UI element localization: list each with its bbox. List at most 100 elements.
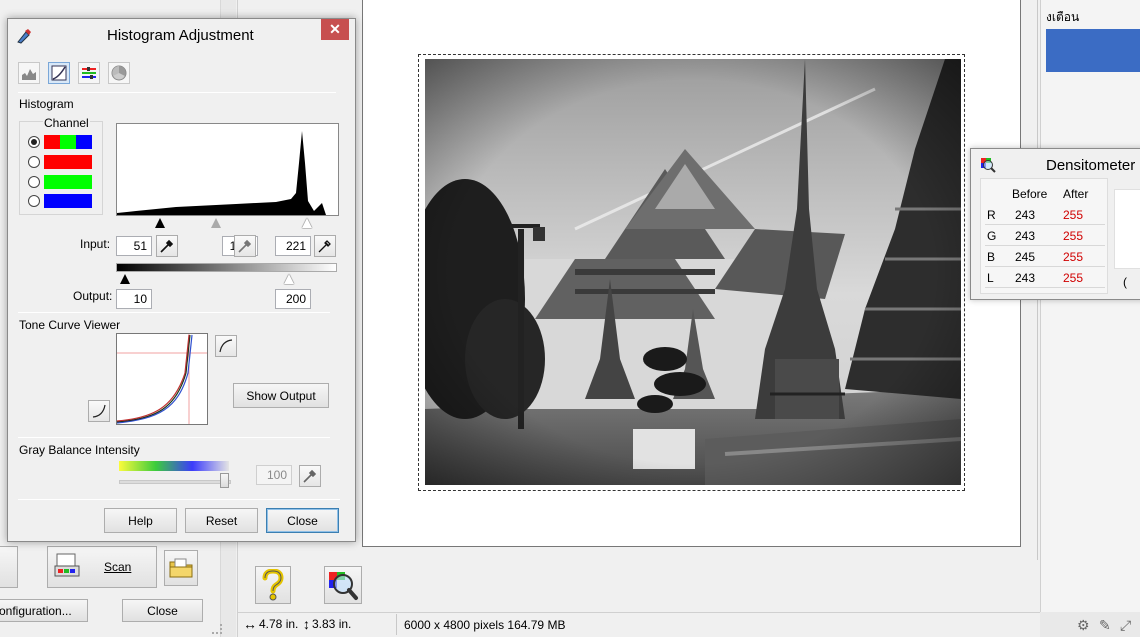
- folder-button[interactable]: [164, 550, 198, 586]
- status-divider: [396, 614, 397, 635]
- input-label: Input:: [80, 237, 111, 251]
- right-panel: [1040, 0, 1140, 637]
- channel-swatch-rgb: [44, 135, 92, 149]
- col-after: After: [1063, 187, 1089, 201]
- eyedropper-icon: [303, 469, 317, 483]
- output-low-field[interactable]: 10: [116, 289, 152, 309]
- shadow-eyedropper-button[interactable]: [156, 235, 178, 257]
- selected-list-item[interactable]: [1046, 29, 1140, 72]
- channel-label: Channel: [43, 116, 90, 130]
- reset-button[interactable]: Reset: [185, 508, 258, 533]
- divider-tone: [18, 312, 330, 313]
- dialog-title-bar: Histogram Adjustment ✕: [8, 19, 355, 51]
- close-icon: ✕: [329, 21, 341, 37]
- status-bar: [238, 612, 1040, 637]
- densitometer-window: Densitometer Before After R 243 255 G 24…: [970, 148, 1140, 300]
- left-edge-button[interactable]: [0, 546, 18, 588]
- height-arrow-icon: ↕: [303, 616, 310, 632]
- densitometer-table: Before After R 243 255 G 243 255 B 245 2…: [980, 178, 1108, 294]
- status-info: 6000 x 4800 pixels 164.79 MB: [404, 618, 566, 632]
- tab-color-balance[interactable]: [78, 62, 100, 84]
- tone-curve-graph: [116, 333, 208, 425]
- channel-swatch-red: [44, 155, 92, 169]
- densitometer-row-b: B 245 255: [985, 248, 1105, 267]
- input-highlight-field[interactable]: 221: [275, 236, 311, 256]
- channel-radio-green[interactable]: [28, 176, 40, 188]
- curve-bottom-icon: [92, 404, 106, 418]
- channel-radio-red[interactable]: [28, 156, 40, 168]
- scan-icon: [54, 552, 80, 582]
- highlight-eyedropper-button[interactable]: [314, 235, 336, 257]
- gray-balance-slider-thumb[interactable]: [220, 473, 229, 488]
- curve-top-icon: [219, 339, 233, 353]
- output-high-field[interactable]: 200: [275, 289, 311, 309]
- scan-button[interactable]: Scan: [47, 546, 157, 588]
- edit-icon[interactable]: ✎: [1099, 617, 1111, 634]
- curve-highlight-button[interactable]: [215, 335, 237, 357]
- output-label: Output:: [73, 289, 113, 303]
- section-gray-balance: Gray Balance Intensity: [19, 443, 140, 457]
- status-width: ↔ 4.78 in.: [243, 616, 299, 632]
- channel-swatch-green: [44, 175, 92, 189]
- main-close-button[interactable]: Close: [122, 599, 203, 622]
- output-high-slider[interactable]: [284, 274, 294, 284]
- color-wheel-icon: [111, 65, 127, 81]
- channel-radio-blue[interactable]: [28, 195, 40, 207]
- question-icon: [262, 569, 284, 601]
- tab-tone-curve[interactable]: [48, 62, 70, 84]
- col-before: Before: [1012, 187, 1048, 201]
- gamma-eyedropper-button[interactable]: [234, 235, 256, 257]
- output-low-slider[interactable]: [120, 274, 130, 284]
- densitometer-row-l: L 243 255: [985, 269, 1105, 288]
- channel-group: Channel: [19, 116, 103, 215]
- dialog-close-button[interactable]: ✕: [321, 19, 349, 40]
- dialog-title: Histogram Adjustment: [107, 27, 254, 44]
- eyedropper-icon: [318, 240, 331, 253]
- input-highlight-slider[interactable]: [302, 218, 312, 228]
- densitometer-toolbar-button[interactable]: [324, 566, 362, 604]
- histogram-dialog: Histogram Adjustment ✕ Histogram Channel…: [7, 18, 356, 542]
- folder-icon: [169, 558, 193, 578]
- densitometer-partial-text: (: [1123, 275, 1127, 289]
- close-button[interactable]: Close: [266, 508, 339, 533]
- gray-balance-gradient: [119, 461, 229, 471]
- gray-balance-field[interactable]: 100: [256, 465, 292, 485]
- densitometer-row-r: R 243 255: [985, 206, 1105, 225]
- show-output-button[interactable]: Show Output: [233, 383, 329, 408]
- input-shadow-slider[interactable]: [155, 218, 165, 228]
- preview-image: [425, 59, 961, 485]
- section-tone-curve: Tone Curve Viewer: [19, 318, 121, 332]
- app-icon: [17, 29, 31, 44]
- eyedropper-icon: [238, 239, 252, 253]
- help-button[interactable]: Help: [104, 508, 177, 533]
- scan-label: Scan: [104, 560, 132, 574]
- status-height: ↕ 3.83 in.: [303, 616, 352, 632]
- help-toolbar-button[interactable]: [255, 566, 291, 604]
- input-shadow-field[interactable]: 51: [116, 236, 152, 256]
- resize-icon[interactable]: ⤢: [1120, 617, 1131, 634]
- curve-shadow-button[interactable]: [88, 400, 110, 422]
- configuration-button[interactable]: onfiguration...: [0, 599, 88, 622]
- magnifier-icon: [329, 572, 358, 600]
- section-histogram: Histogram: [19, 97, 74, 111]
- gear-icon[interactable]: ⚙: [1077, 617, 1090, 634]
- histogram-graph: [116, 123, 339, 216]
- eyedropper-icon: [160, 239, 174, 253]
- histogram-icon: [22, 69, 36, 80]
- width-arrow-icon: ↔: [243, 616, 257, 632]
- divider-bottom: [18, 499, 340, 500]
- bottom-toolbar: [248, 560, 1038, 612]
- densitometer-row-g: G 243 255: [985, 227, 1105, 246]
- tab-histogram[interactable]: [18, 62, 40, 84]
- densitometer-title: Densitometer: [1046, 157, 1136, 174]
- input-gamma-slider[interactable]: [211, 218, 221, 228]
- gray-balance-track: [119, 480, 231, 484]
- thai-notification-label: งเตือน: [1046, 10, 1080, 24]
- resize-grip-icon: [212, 624, 222, 634]
- tab-color-palette[interactable]: [108, 62, 130, 84]
- gray-eyedropper-button[interactable]: [299, 465, 321, 487]
- tone-curve-icon: [51, 65, 67, 81]
- channel-radio-rgb[interactable]: [28, 136, 40, 148]
- output-gradient-bar: [116, 263, 337, 272]
- divider-gray: [18, 437, 330, 438]
